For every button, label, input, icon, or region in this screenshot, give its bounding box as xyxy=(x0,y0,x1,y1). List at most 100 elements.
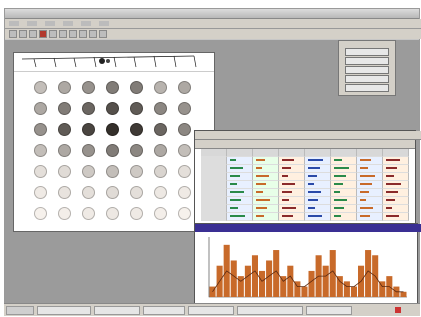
plate-well[interactable] xyxy=(154,102,167,115)
table-cell[interactable] xyxy=(227,213,253,221)
table-cell[interactable] xyxy=(279,181,305,189)
toolbar-button-save[interactable] xyxy=(29,30,37,38)
plate-well[interactable] xyxy=(130,207,143,220)
table-cell[interactable] xyxy=(383,157,409,165)
table-cell[interactable] xyxy=(357,213,383,221)
taskbar-item[interactable] xyxy=(188,305,234,315)
table-cell[interactable] xyxy=(357,165,383,173)
plate-well[interactable] xyxy=(154,165,167,178)
table-cell[interactable] xyxy=(331,157,357,165)
table-cell[interactable] xyxy=(357,181,383,189)
table-cell[interactable] xyxy=(383,173,409,181)
table-cell[interactable] xyxy=(201,189,227,197)
table-cell[interactable] xyxy=(357,157,383,165)
table-cell[interactable] xyxy=(331,197,357,205)
plate-well[interactable] xyxy=(130,165,143,178)
plate-well[interactable] xyxy=(130,81,143,94)
table-cell[interactable] xyxy=(383,165,409,173)
plate-well[interactable] xyxy=(58,207,71,220)
plate-well[interactable] xyxy=(106,207,119,220)
table-cell[interactable] xyxy=(201,181,227,189)
toolbar-button-zoom[interactable] xyxy=(59,30,67,38)
table-cell[interactable] xyxy=(305,189,331,197)
plate-well[interactable] xyxy=(34,165,47,178)
table-header-cell[interactable] xyxy=(305,149,331,157)
plate-well[interactable] xyxy=(58,123,71,136)
toolbar-button-settings[interactable] xyxy=(69,30,77,38)
plate-well[interactable] xyxy=(34,81,47,94)
table-cell[interactable] xyxy=(253,181,279,189)
table-cell[interactable] xyxy=(357,205,383,213)
taskbar-item[interactable] xyxy=(143,305,185,315)
table-cell[interactable] xyxy=(383,189,409,197)
plate-well[interactable] xyxy=(82,102,95,115)
menu-item[interactable] xyxy=(81,21,91,26)
table-cell[interactable] xyxy=(305,181,331,189)
plate-well[interactable] xyxy=(154,186,167,199)
table-header-cell[interactable] xyxy=(227,149,253,157)
plate-well[interactable] xyxy=(82,123,95,136)
table-cell[interactable] xyxy=(201,213,227,221)
table-cell[interactable] xyxy=(227,205,253,213)
plate-well[interactable] xyxy=(34,186,47,199)
table-cell[interactable] xyxy=(305,173,331,181)
table-cell[interactable] xyxy=(253,157,279,165)
toolbar-button-help[interactable] xyxy=(99,30,107,38)
plate-well[interactable] xyxy=(130,186,143,199)
plate-well[interactable] xyxy=(106,186,119,199)
table-cell[interactable] xyxy=(227,173,253,181)
taskbar-item[interactable] xyxy=(37,305,91,315)
table-cell[interactable] xyxy=(201,197,227,205)
table-cell[interactable] xyxy=(201,173,227,181)
plate-well[interactable] xyxy=(106,81,119,94)
plate-well[interactable] xyxy=(178,102,191,115)
table-cell[interactable] xyxy=(227,197,253,205)
panel-button-5[interactable] xyxy=(345,84,389,92)
table-cell[interactable] xyxy=(279,205,305,213)
table-cell[interactable] xyxy=(331,173,357,181)
toolbar-button-new[interactable] xyxy=(9,30,17,38)
plate-well[interactable] xyxy=(34,207,47,220)
table-cell[interactable] xyxy=(383,181,409,189)
table-header-cell[interactable] xyxy=(201,149,227,157)
menu-item[interactable] xyxy=(27,21,37,26)
table-cell[interactable] xyxy=(279,157,305,165)
start-button[interactable] xyxy=(6,305,34,315)
plate-well[interactable] xyxy=(178,123,191,136)
plate-well[interactable] xyxy=(178,207,191,220)
table-cell[interactable] xyxy=(305,165,331,173)
plate-well[interactable] xyxy=(154,144,167,157)
plate-well[interactable] xyxy=(82,144,95,157)
table-cell[interactable] xyxy=(357,197,383,205)
table-cell[interactable] xyxy=(331,181,357,189)
table-cell[interactable] xyxy=(253,197,279,205)
menu-item[interactable] xyxy=(63,21,73,26)
table-cell[interactable] xyxy=(279,213,305,221)
plate-well[interactable] xyxy=(58,144,71,157)
table-cell[interactable] xyxy=(383,213,409,221)
table-cell[interactable] xyxy=(253,213,279,221)
table-cell[interactable] xyxy=(383,205,409,213)
plate-well[interactable] xyxy=(130,102,143,115)
menu-item[interactable] xyxy=(99,21,109,26)
panel-button-3[interactable] xyxy=(345,66,389,74)
taskbar-item[interactable] xyxy=(94,305,140,315)
panel-button-2[interactable] xyxy=(345,57,389,65)
menu-item[interactable] xyxy=(45,21,55,26)
plate-well[interactable] xyxy=(178,186,191,199)
toolbar-button-print[interactable] xyxy=(49,30,57,38)
toolbar-button-plot[interactable] xyxy=(79,30,87,38)
plate-well[interactable] xyxy=(106,102,119,115)
plate-well[interactable] xyxy=(130,123,143,136)
plate-well[interactable] xyxy=(82,186,95,199)
plate-well[interactable] xyxy=(106,123,119,136)
table-header-cell[interactable] xyxy=(357,149,383,157)
plate-well[interactable] xyxy=(106,165,119,178)
plate-well[interactable] xyxy=(58,165,71,178)
table-cell[interactable] xyxy=(253,205,279,213)
taskbar-item[interactable] xyxy=(306,305,352,315)
table-cell[interactable] xyxy=(227,157,253,165)
plate-well[interactable] xyxy=(58,81,71,94)
table-header-cell[interactable] xyxy=(279,149,305,157)
table-cell[interactable] xyxy=(227,189,253,197)
